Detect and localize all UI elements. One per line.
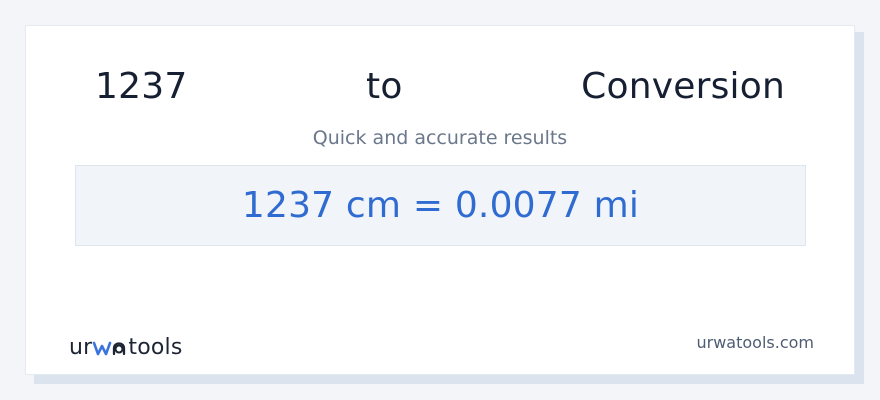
logo-text-ur: ur (69, 335, 93, 360)
page: 1237 to Conversion Quick and accurate re… (0, 0, 880, 400)
urwatools-logo[interactable]: ur tools (69, 334, 183, 362)
conversion-subtitle: Quick and accurate results (312, 127, 568, 149)
title-value: 1237 (95, 66, 188, 107)
title-connector: to (366, 66, 403, 107)
logo-wa-mark (93, 339, 127, 357)
site-link[interactable]: urwatools.com (697, 333, 815, 353)
conversion-result: 1237 cm = 0.0077 mi (241, 184, 640, 226)
result-panel: 1237 cm = 0.0077 mi (75, 165, 806, 246)
title-label: Conversion (581, 66, 785, 107)
conversion-title: 1237 to Conversion (95, 65, 785, 109)
logo-mark-icon (93, 341, 126, 356)
logo-text-tools: tools (128, 335, 183, 360)
